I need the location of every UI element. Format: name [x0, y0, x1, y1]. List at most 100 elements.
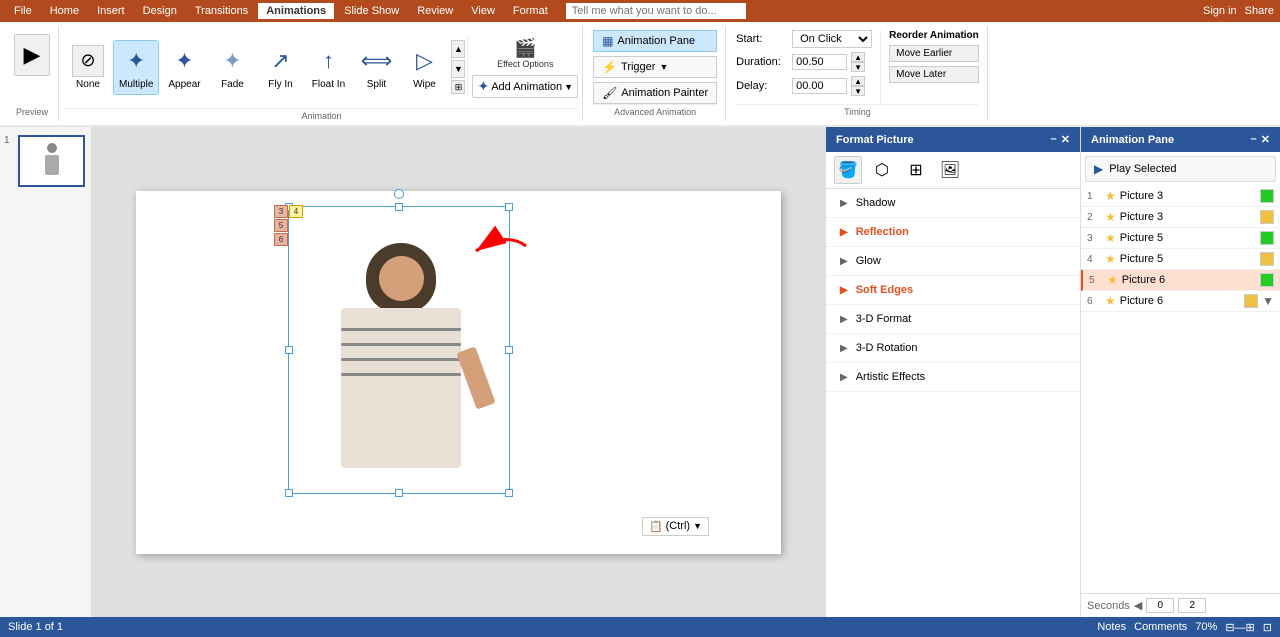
- view-menu[interactable]: View: [463, 3, 503, 19]
- fade-animation[interactable]: ✦ Fade: [209, 41, 255, 94]
- play-selected-button[interactable]: ▶ Play Selected: [1085, 156, 1276, 182]
- reflection-item[interactable]: ▶ Reflection: [826, 218, 1080, 247]
- rotate-handle[interactable]: [394, 189, 404, 199]
- anim-scroll-up[interactable]: ▲: [451, 40, 465, 58]
- shadow-item[interactable]: ▶ Shadow: [826, 189, 1080, 218]
- transitions-menu[interactable]: Transitions: [187, 3, 256, 19]
- trigger-button[interactable]: ⚡ Trigger ▼: [593, 56, 717, 78]
- insert-menu[interactable]: Insert: [89, 3, 133, 19]
- format-tab-fill[interactable]: 🪣: [834, 156, 862, 184]
- anim-color-2: [1260, 210, 1274, 224]
- split-animation[interactable]: ⟺ Split: [353, 41, 399, 94]
- slide-canvas[interactable]: 3 4 5 6 📋 (Ctrl) ▼: [136, 191, 781, 554]
- format-minimize-button[interactable]: –: [1051, 133, 1057, 146]
- anim-pane-close[interactable]: ✕: [1261, 133, 1270, 146]
- anim-item-1[interactable]: 1 ★ Picture 3: [1081, 186, 1280, 207]
- anim-num-2: 2: [1087, 212, 1101, 223]
- home-menu[interactable]: Home: [42, 3, 87, 19]
- anim-dropdown-6[interactable]: ▼: [1262, 294, 1274, 308]
- format-tab-shape[interactable]: ⬡: [868, 156, 896, 184]
- footer-val2[interactable]: [1178, 598, 1206, 613]
- anim-name-5: Picture 6: [1122, 274, 1256, 286]
- animation-list: 1 ★ Picture 3 2 ★ Picture 3 3 ★ Picture …: [1081, 186, 1280, 593]
- 3d-format-item[interactable]: ▶ 3-D Format: [826, 305, 1080, 334]
- anim-badge-group: 3 4 5 6: [274, 205, 303, 246]
- share-button[interactable]: Share: [1245, 5, 1274, 17]
- delay-input[interactable]: [792, 78, 847, 94]
- signin-button[interactable]: Sign in: [1203, 5, 1237, 17]
- review-menu[interactable]: Review: [409, 3, 461, 19]
- status-comments[interactable]: Comments: [1134, 621, 1187, 633]
- 3d-format-arrow: ▶: [840, 314, 848, 325]
- anim-item-2[interactable]: 2 ★ Picture 3: [1081, 207, 1280, 228]
- animation-footer: Seconds ◀: [1081, 593, 1280, 617]
- preview-button[interactable]: ▶: [14, 34, 50, 76]
- anim-color-1: [1260, 189, 1274, 203]
- anim-pane-minimize[interactable]: –: [1251, 133, 1257, 146]
- format-tab-picture[interactable]: 🖼: [936, 156, 964, 184]
- anim-star-5: ★: [1107, 273, 1118, 287]
- anim-star-2: ★: [1105, 210, 1116, 224]
- canvas-area: 3 4 5 6 📋 (Ctrl) ▼: [92, 127, 825, 617]
- status-notes[interactable]: Notes: [1097, 621, 1126, 633]
- wipe-animation[interactable]: ▷ Wipe: [401, 41, 447, 94]
- status-zoom[interactable]: 70%: [1195, 621, 1217, 633]
- 3d-rotation-arrow: ▶: [840, 343, 848, 354]
- design-menu[interactable]: Design: [135, 3, 185, 19]
- effect-options-button[interactable]: 🎬 Effect Options: [472, 36, 578, 71]
- preview-group: ▶ Preview: [6, 26, 59, 121]
- anim-num-4: 4: [1087, 254, 1101, 265]
- glow-item[interactable]: ▶ Glow: [826, 247, 1080, 276]
- anim-name-1: Picture 3: [1120, 190, 1256, 202]
- search-input[interactable]: [566, 3, 746, 19]
- move-later-button[interactable]: Move Later: [889, 66, 979, 83]
- format-close-button[interactable]: ✕: [1061, 133, 1070, 146]
- format-tab-layout[interactable]: ⊞: [902, 156, 930, 184]
- duration-input[interactable]: [792, 54, 847, 70]
- duration-down[interactable]: ▼: [851, 62, 865, 72]
- slide-thumbnail-container[interactable]: 1: [6, 135, 85, 187]
- zoom-slider[interactable]: ⊟—⊞: [1225, 621, 1254, 634]
- duration-up[interactable]: ▲: [851, 52, 865, 62]
- appear-animation[interactable]: ✦ Appear: [161, 41, 207, 94]
- seconds-label: Seconds: [1087, 600, 1130, 612]
- anim-scroll-down[interactable]: ▼: [451, 60, 465, 78]
- anim-scroll-more[interactable]: ⊞: [451, 80, 465, 94]
- handle-tm[interactable]: [395, 203, 403, 211]
- scroll-left[interactable]: ◀: [1134, 599, 1142, 612]
- handle-tr[interactable]: [505, 203, 513, 211]
- slideshow-menu[interactable]: Slide Show: [336, 3, 407, 19]
- anim-item-6[interactable]: 6 ★ Picture 6 ▼: [1081, 291, 1280, 312]
- animation-pane-button[interactable]: ▦ Animation Pane: [593, 30, 717, 52]
- fit-slide[interactable]: ⊡: [1263, 621, 1272, 634]
- file-menu[interactable]: File: [6, 3, 40, 19]
- format-menu[interactable]: Format: [505, 3, 556, 19]
- delay-up[interactable]: ▲: [851, 76, 865, 86]
- soft-edges-item[interactable]: ▶ Soft Edges: [826, 276, 1080, 305]
- animations-menu[interactable]: Animations: [258, 3, 334, 19]
- animation-painter-button[interactable]: 🖌 Animation Painter: [593, 82, 717, 104]
- start-dropdown[interactable]: On Click: [792, 30, 872, 48]
- delay-down[interactable]: ▼: [851, 86, 865, 96]
- none-animation[interactable]: ⊘ None: [65, 41, 111, 94]
- multiple-animation[interactable]: ✦ Multiple: [113, 40, 159, 95]
- anim-badge-6: 6: [274, 233, 288, 246]
- flyin-animation[interactable]: ↗ Fly In: [257, 41, 303, 94]
- anim-name-4: Picture 5: [1120, 253, 1256, 265]
- animation-pane-header: Animation Pane – ✕: [1081, 127, 1280, 152]
- 3d-rotation-item[interactable]: ▶ 3-D Rotation: [826, 334, 1080, 363]
- floatin-animation[interactable]: ↑ Float In: [305, 41, 351, 94]
- anim-name-2: Picture 3: [1120, 211, 1256, 223]
- format-picture-tabs: 🪣 ⬡ ⊞ 🖼: [826, 152, 1080, 189]
- anim-item-4[interactable]: 4 ★ Picture 5: [1081, 249, 1280, 270]
- slide-thumbnail[interactable]: [18, 135, 85, 187]
- anim-item-5[interactable]: 5 ★ Picture 6: [1081, 270, 1280, 291]
- anim-item-3[interactable]: 3 ★ Picture 5: [1081, 228, 1280, 249]
- artistic-effects-item[interactable]: ▶ Artistic Effects: [826, 363, 1080, 392]
- anim-star-1: ★: [1105, 189, 1116, 203]
- add-animation-button[interactable]: ✦ Add Animation ▼: [472, 75, 578, 98]
- ctrl-popup[interactable]: 📋 (Ctrl) ▼: [642, 517, 709, 536]
- footer-val1[interactable]: [1146, 598, 1174, 613]
- move-earlier-button[interactable]: Move Earlier: [889, 45, 979, 62]
- shadow-arrow: ▶: [840, 198, 848, 209]
